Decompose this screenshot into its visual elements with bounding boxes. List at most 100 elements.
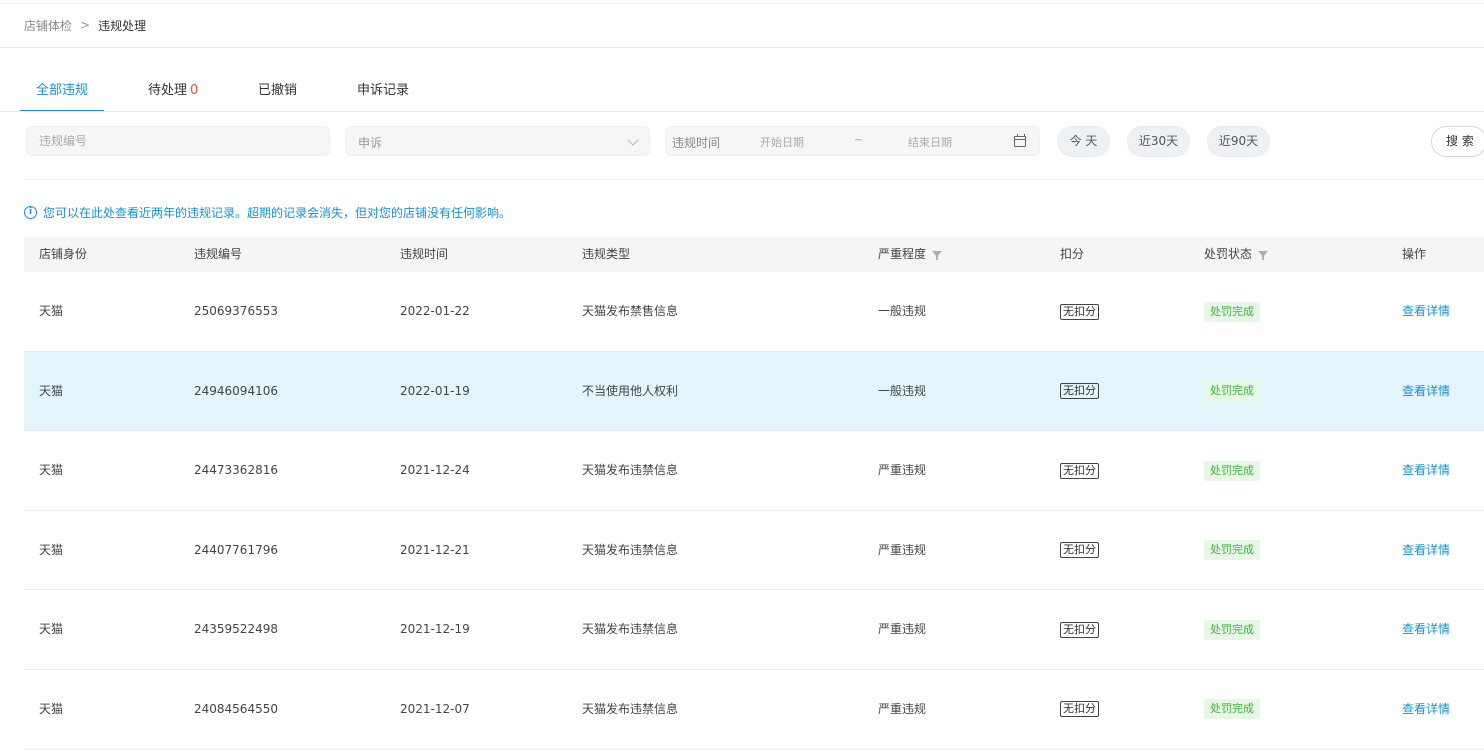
cell-severity: 严重违规: [878, 542, 927, 557]
cell-date: 2021-12-21: [400, 542, 470, 557]
points-tag: 无扣分: [1060, 701, 1099, 718]
status-badge: 处罚完成: [1204, 381, 1260, 402]
cell-id: 24084564550: [194, 701, 278, 716]
cell-status: 处罚完成: [1204, 670, 1260, 749]
table-row: 天猫 24407761796 2021-12-21 天猫发布违禁信息 严重违规 …: [24, 510, 1484, 591]
tab-all-violations[interactable]: 全部违规: [20, 72, 105, 112]
last-30-days-button[interactable]: 近30天: [1127, 126, 1190, 157]
breadcrumb-root[interactable]: 店铺体检: [24, 17, 72, 34]
filter-icon[interactable]: [1258, 250, 1269, 260]
col-violation-time: 违规时间: [400, 247, 449, 261]
start-date-input[interactable]: 开始日期: [760, 134, 804, 150]
cell-shop: 天猫: [39, 701, 64, 716]
status-badge: 处罚完成: [1204, 540, 1260, 561]
cell-type: 天猫发布违禁信息: [582, 463, 679, 478]
cell-type: 不当使用他人权利: [582, 383, 679, 398]
cell-shop: 天猫: [39, 622, 64, 637]
date-range-label: 违规时间: [672, 136, 721, 150]
cell-severity: 严重违规: [878, 701, 927, 716]
cell-status: 处罚完成: [1204, 272, 1260, 351]
violations-table: 店铺身份 违规编号 违规时间 违规类型 严重程度 扣分 处罚状态 操作 天猫 2…: [24, 237, 1484, 750]
table-header: 店铺身份 违规编号 违规时间 违规类型 严重程度 扣分 处罚状态 操作: [24, 237, 1484, 272]
cell-shop: 天猫: [39, 463, 64, 478]
points-tag: 无扣分: [1060, 621, 1099, 638]
col-severity-label: 严重程度: [878, 247, 927, 261]
col-violation-id: 违规编号: [194, 247, 243, 261]
cell-severity: 一般违规: [878, 304, 927, 318]
table-row: 天猫 25069376553 2022-01-22 天猫发布禁售信息 一般违规 …: [24, 272, 1484, 352]
cell-id: 24407761796: [194, 542, 278, 557]
view-details-link[interactable]: 查看详情: [1402, 590, 1450, 669]
col-points: 扣分: [1060, 247, 1085, 261]
chevron-down-icon: [627, 134, 639, 146]
cell-type: 天猫发布违禁信息: [582, 542, 679, 557]
appeal-select[interactable]: 申诉: [345, 126, 650, 156]
info-icon: i: [24, 205, 37, 219]
col-status-label: 处罚状态: [1204, 247, 1253, 261]
tabs-divider: [0, 111, 1484, 112]
violation-id-input[interactable]: [27, 127, 329, 155]
col-action: 操作: [1402, 247, 1427, 261]
tab-label: 已撤销: [258, 83, 298, 98]
cell-date: 2021-12-19: [400, 622, 470, 637]
date-range-separator: ~: [854, 133, 864, 146]
table-row: 天猫 24084564550 2021-12-07 天猫发布违禁信息 严重违规 …: [24, 669, 1484, 750]
tab-bar: 全部违规 待处理 0 已撤销 申诉记录: [20, 72, 1484, 112]
cell-points: 无扣分: [1060, 352, 1099, 431]
cell-date: 2022-01-19: [400, 383, 470, 398]
tab-label: 全部违规: [36, 83, 89, 98]
cell-shop: 天猫: [39, 542, 64, 557]
top-divider: [0, 3, 1484, 4]
col-shop-identity: 店铺身份: [39, 247, 88, 261]
tab-label: 待处理: [148, 83, 188, 98]
breadcrumb-current: 违规处理: [98, 18, 147, 33]
col-violation-type: 违规类型: [582, 247, 631, 261]
notice-text: 您可以在此处查看近两年的违规记录。超期的记录会消失，但对您的店铺没有任何影响。: [43, 205, 512, 220]
last-90-days-button[interactable]: 近90天: [1207, 126, 1270, 157]
view-details-link[interactable]: 查看详情: [1402, 272, 1450, 351]
col-status: 处罚状态: [1204, 237, 1269, 272]
cell-points: 无扣分: [1060, 670, 1099, 749]
status-badge: 处罚完成: [1204, 301, 1260, 322]
view-details-link[interactable]: 查看详情: [1402, 431, 1450, 510]
view-details-link[interactable]: 查看详情: [1402, 670, 1450, 749]
points-tag: 无扣分: [1060, 383, 1099, 400]
view-details-link[interactable]: 查看详情: [1402, 352, 1450, 431]
breadcrumb: 店铺体检 > 违规处理: [24, 16, 146, 34]
cell-type: 天猫发布禁售信息: [582, 304, 679, 318]
cell-points: 无扣分: [1060, 272, 1099, 351]
col-severity: 严重程度: [878, 237, 943, 272]
cell-id: 25069376553: [194, 304, 278, 318]
points-tag: 无扣分: [1060, 462, 1099, 479]
status-badge: 处罚完成: [1204, 699, 1260, 720]
filter-divider: [24, 179, 1484, 180]
cell-points: 无扣分: [1060, 431, 1099, 510]
tab-label: 申诉记录: [357, 83, 410, 98]
tab-revoked[interactable]: 已撤销: [258, 72, 297, 112]
filter-icon[interactable]: [932, 250, 943, 260]
status-badge: 处罚完成: [1204, 460, 1260, 481]
tab-appeal-records[interactable]: 申诉记录: [357, 72, 409, 112]
breadcrumb-separator: >: [80, 18, 91, 32]
calendar-icon[interactable]: [1014, 134, 1026, 147]
cell-status: 处罚完成: [1204, 511, 1260, 590]
view-details-link[interactable]: 查看详情: [1402, 511, 1450, 590]
table-row: 天猫 24946094106 2022-01-19 不当使用他人权利 一般违规 …: [24, 351, 1484, 432]
status-badge: 处罚完成: [1204, 619, 1260, 640]
tab-pending[interactable]: 待处理 0: [148, 72, 198, 112]
cell-status: 处罚完成: [1204, 352, 1260, 431]
cell-date: 2021-12-24: [400, 463, 470, 478]
cell-points: 无扣分: [1060, 511, 1099, 590]
cell-shop: 天猫: [39, 304, 64, 318]
cell-type: 天猫发布违禁信息: [582, 701, 679, 716]
table-row: 天猫 24359522498 2021-12-19 天猫发布违禁信息 严重违规 …: [24, 590, 1484, 670]
cell-id: 24473362816: [194, 463, 278, 478]
notice-bar: i 您可以在此处查看近两年的违规记录。超期的记录会消失，但对您的店铺没有任何影响…: [24, 204, 511, 220]
date-range-picker[interactable]: 违规时间 开始日期 ~ 结束日期: [665, 126, 1040, 156]
appeal-select-value: 申诉: [358, 136, 383, 150]
cell-type: 天猫发布违禁信息: [582, 622, 679, 637]
end-date-input[interactable]: 结束日期: [908, 134, 952, 150]
search-button[interactable]: 搜 索: [1431, 126, 1484, 157]
today-button[interactable]: 今 天: [1057, 126, 1110, 157]
points-tag: 无扣分: [1060, 542, 1099, 559]
